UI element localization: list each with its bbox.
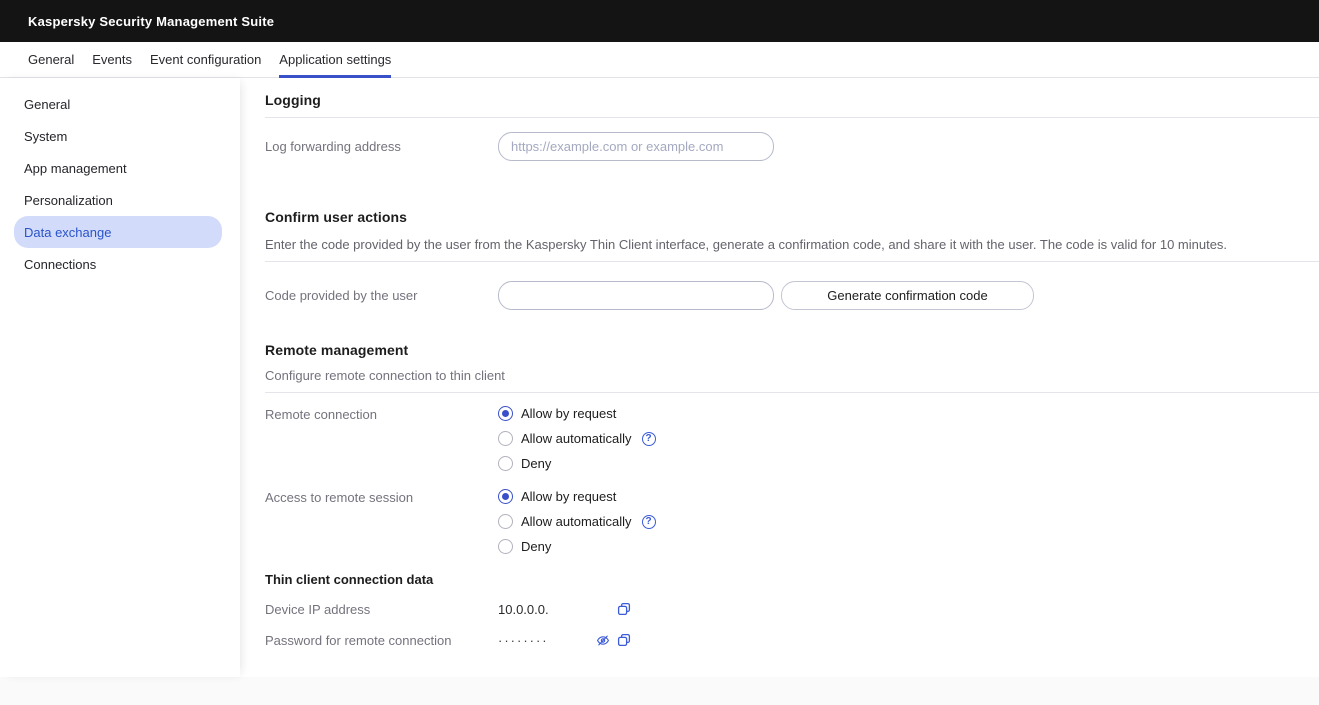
radio-icon (498, 539, 513, 554)
tab-application-settings[interactable]: Application settings (279, 42, 391, 77)
log-forwarding-label: Log forwarding address (265, 139, 498, 154)
code-input[interactable] (498, 281, 774, 310)
device-ip-label: Device IP address (265, 602, 498, 617)
radio-icon (498, 431, 513, 446)
radio-option-label: Allow automatically (521, 514, 632, 529)
main-layout: General System App management Personaliz… (0, 78, 1319, 677)
copy-icon[interactable] (617, 602, 631, 616)
radio-option-label: Deny (521, 456, 551, 471)
password-masked-value: ········ (498, 633, 596, 648)
radio-option-allow-automatically[interactable]: Allow automatically ? (498, 514, 656, 529)
sidebar-item-system[interactable]: System (14, 120, 222, 152)
log-forwarding-input[interactable] (498, 132, 774, 161)
remote-management-subtitle: Configure remote connection to thin clie… (265, 368, 1319, 383)
device-ip-value: 10.0.0.0. (498, 602, 596, 617)
radio-option-label: Allow by request (521, 406, 616, 421)
section-confirm-user-actions: Confirm user actions Enter the code prov… (265, 209, 1319, 310)
remote-session-options: Allow by request Allow automatically ? D… (498, 489, 656, 554)
settings-sidebar: General System App management Personaliz… (0, 78, 240, 677)
divider (265, 117, 1319, 118)
tab-event-configuration[interactable]: Event configuration (150, 42, 261, 77)
help-icon[interactable]: ? (642, 432, 656, 446)
settings-content: Logging Log forwarding address Confirm u… (240, 78, 1319, 677)
help-icon[interactable]: ? (642, 515, 656, 529)
icon-spacer (596, 602, 610, 616)
tab-bar: General Events Event configuration Appli… (0, 42, 1319, 78)
radio-option-allow-by-request[interactable]: Allow by request (498, 489, 656, 504)
password-label: Password for remote connection (265, 633, 498, 648)
tab-label: Event configuration (150, 52, 261, 67)
log-forwarding-row: Log forwarding address (265, 132, 1319, 161)
radio-icon (498, 514, 513, 529)
thin-client-data-title: Thin client connection data (265, 572, 1319, 587)
app-header: Kaspersky Security Management Suite (0, 0, 1319, 42)
device-ip-row: Device IP address 10.0.0.0. (265, 600, 1319, 618)
radio-option-allow-automatically[interactable]: Allow automatically ? (498, 431, 656, 446)
tab-general[interactable]: General (28, 42, 74, 77)
tab-events[interactable]: Events (92, 42, 132, 77)
sidebar-item-data-exchange[interactable]: Data exchange (14, 216, 222, 248)
remote-session-label: Access to remote session (265, 489, 498, 505)
password-row: Password for remote connection ········ (265, 631, 1319, 649)
generate-confirmation-code-button[interactable]: Generate confirmation code (781, 281, 1034, 310)
remote-connection-group: Remote connection Allow by request Allow… (265, 406, 1319, 471)
sidebar-item-personalization[interactable]: Personalization (14, 184, 222, 216)
tab-label: Application settings (279, 52, 391, 67)
radio-option-label: Allow automatically (521, 431, 632, 446)
code-row: Code provided by the user Generate confi… (265, 281, 1319, 310)
remote-connection-label: Remote connection (265, 406, 498, 422)
radio-option-label: Allow by request (521, 489, 616, 504)
copy-icon[interactable] (617, 633, 631, 647)
remote-session-group: Access to remote session Allow by reques… (265, 489, 1319, 554)
remote-management-title: Remote management (265, 342, 1319, 358)
radio-icon (498, 489, 513, 504)
remote-connection-options: Allow by request Allow automatically ? D… (498, 406, 656, 471)
code-label: Code provided by the user (265, 288, 498, 303)
divider (265, 261, 1319, 262)
radio-icon (498, 456, 513, 471)
radio-icon (498, 406, 513, 421)
section-remote-management: Remote management Configure remote conne… (265, 342, 1319, 649)
radio-option-allow-by-request[interactable]: Allow by request (498, 406, 656, 421)
sidebar-item-app-management[interactable]: App management (14, 152, 222, 184)
logging-title: Logging (265, 92, 1319, 108)
radio-option-deny[interactable]: Deny (498, 539, 656, 554)
tab-label: General (28, 52, 74, 67)
sidebar-item-general[interactable]: General (14, 88, 222, 120)
app-title: Kaspersky Security Management Suite (28, 14, 274, 29)
radio-option-label: Deny (521, 539, 551, 554)
section-logging: Logging Log forwarding address (265, 92, 1319, 161)
eye-off-icon[interactable] (596, 633, 610, 647)
divider (265, 392, 1319, 393)
radio-option-deny[interactable]: Deny (498, 456, 656, 471)
tab-label: Events (92, 52, 132, 67)
confirm-actions-title: Confirm user actions (265, 209, 1319, 225)
confirm-actions-description: Enter the code provided by the user from… (265, 237, 1319, 252)
sidebar-item-connections[interactable]: Connections (14, 248, 222, 280)
